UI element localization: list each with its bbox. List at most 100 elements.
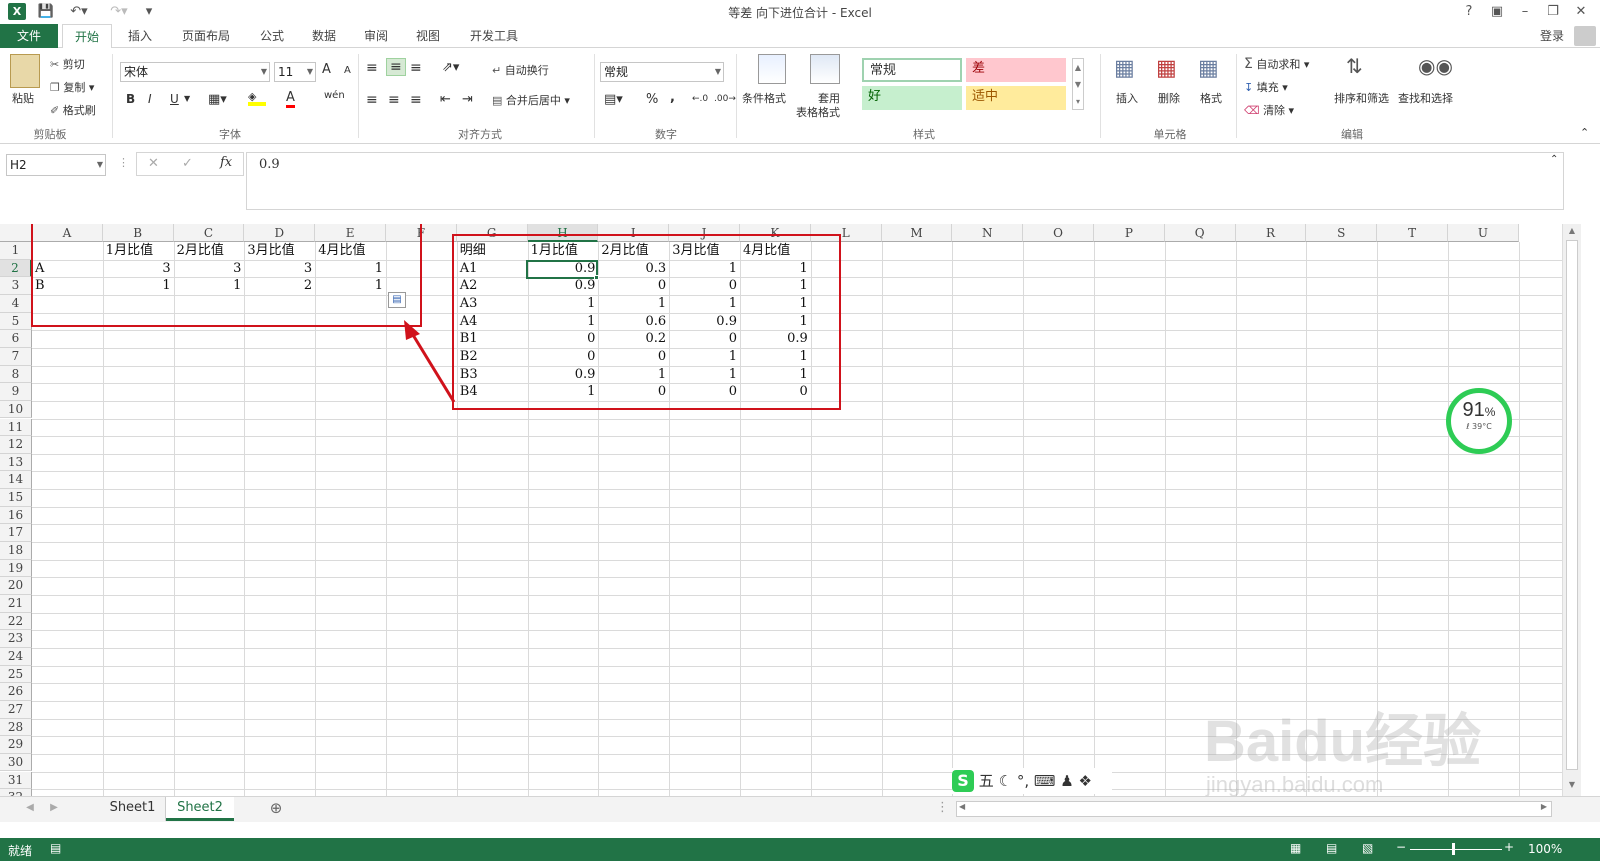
underline-button[interactable]: U [170,92,179,106]
row-header-27[interactable]: 27 [0,700,32,719]
style-bad[interactable]: 差 [966,58,1066,82]
normal-view-icon[interactable]: ▦ [1290,841,1301,855]
merge-center-button[interactable]: ▤ 合并后居中 ▾ [492,92,570,108]
style-neutral[interactable]: 适中 [966,86,1066,110]
zoom-in-icon[interactable]: + [1504,840,1514,854]
horizontal-scrollbar[interactable]: ◀ ▶ [956,801,1552,817]
increase-indent-icon[interactable]: ⇥ [462,92,473,107]
name-box[interactable]: H2 ▼ [6,154,106,176]
zoom-out-icon[interactable]: − [1396,840,1406,854]
row-header-9[interactable]: 9 [0,383,32,401]
row-header-24[interactable]: 24 [0,647,32,666]
row-header-11[interactable]: 11 [0,418,32,437]
phonetic-button[interactable]: wén [324,90,345,101]
page-break-view-icon[interactable]: ▧ [1362,841,1373,855]
clear-button[interactable]: ⌫ 清除 ▾ [1244,102,1294,118]
column-header-o[interactable]: O [1023,224,1094,242]
table-format-button-line2[interactable]: 表格格式 [796,104,840,120]
row-header-21[interactable]: 21 [0,595,32,613]
row-header-26[interactable]: 26 [0,683,32,701]
column-header-s[interactable]: S [1306,224,1378,242]
vertical-scrollbar[interactable]: ▲ ▼ [1562,224,1581,796]
scroll-up-icon[interactable]: ▲ [1565,226,1579,235]
help-button[interactable]: ? [1456,2,1482,22]
row-header-22[interactable]: 22 [0,612,32,631]
row-header-28[interactable]: 28 [0,718,32,737]
tab-split-handle[interactable]: ⋮ [936,797,949,821]
sheet-tab-sheet1[interactable]: Sheet1 [100,797,166,821]
tab-page-layout[interactable]: 页面布局 [172,24,240,48]
row-header-8[interactable]: 8 [0,365,32,384]
cancel-icon[interactable]: ✕ [148,156,159,171]
row-header-18[interactable]: 18 [0,542,32,560]
tab-data[interactable]: 数据 [302,24,346,48]
row-header-14[interactable]: 14 [0,471,32,490]
row-header-3[interactable]: 3 [0,277,32,295]
column-header-n[interactable]: N [952,224,1024,242]
macro-record-icon[interactable]: ▤ [50,841,61,855]
expand-formula-icon[interactable]: ⌃ [1550,154,1558,165]
scroll-down-icon[interactable]: ▼ [1565,780,1579,789]
row-header-17[interactable]: 17 [0,524,32,543]
align-top-icon[interactable]: ≡ [366,60,378,76]
close-icon[interactable]: ✕ [1568,2,1594,22]
zoom-slider[interactable] [1410,849,1502,850]
enter-icon[interactable]: ✓ [182,156,193,171]
column-header-p[interactable]: P [1094,224,1165,242]
signin-link[interactable]: 登录 [1534,24,1570,48]
row-header-6[interactable]: 6 [0,330,32,348]
row-header-16[interactable]: 16 [0,506,32,525]
fill-button[interactable]: ↧ 填充 ▾ [1244,79,1288,95]
scroll-right-icon[interactable]: ▶ [1541,802,1547,811]
scroll-thumb[interactable] [1566,240,1578,770]
increase-decimal-icon[interactable]: ←.0 [692,94,708,104]
performance-widget[interactable]: 91% ℓ 39°C [1446,388,1512,454]
tab-developer[interactable]: 开发工具 [460,24,528,48]
align-left-icon[interactable]: ≡ [366,92,378,108]
row-header-7[interactable]: 7 [0,347,32,366]
copy-button[interactable]: ❐ 复制 ▾ [50,79,94,95]
row-header-29[interactable]: 29 [0,736,32,754]
column-header-r[interactable]: R [1235,224,1307,242]
insert-function-button[interactable]: fx [220,155,232,170]
shrink-font-button[interactable]: A [344,65,351,76]
tab-formulas[interactable]: 公式 [250,24,294,48]
wrap-text-button[interactable]: ↵ 自动换行 [492,62,549,78]
ime-toolbar[interactable]: S 五 ☾ °, ⌨ ♟ ❖ [952,768,1112,794]
restore-icon[interactable]: ❐ [1540,2,1566,22]
tab-review[interactable]: 审阅 [354,24,398,48]
collapse-ribbon-icon[interactable]: ⌃ [1580,126,1589,139]
style-good[interactable]: 好 [862,86,962,110]
formula-input[interactable]: 0.9 [246,152,1564,210]
comma-button[interactable]: , [670,90,675,105]
add-sheet-icon[interactable]: ⊕ [266,797,286,821]
minimize-icon[interactable]: – [1512,2,1538,22]
format-painter-button[interactable]: ✐ 格式刷 [50,102,96,118]
zoom-slider-thumb[interactable] [1452,843,1455,855]
row-header-23[interactable]: 23 [0,630,32,648]
row-header-31[interactable]: 31 [0,771,32,790]
insert-cells-button[interactable]: 插入 [1116,90,1138,106]
tab-home[interactable]: 开始 [62,24,112,49]
select-all-corner[interactable] [0,224,32,242]
font-name-combo[interactable]: 宋体 ▼ [120,62,270,82]
borders-icon[interactable]: ▦▾ [208,92,227,107]
cut-button[interactable]: ✂ 剪切 [50,56,85,72]
row-header-4[interactable]: 4 [0,294,32,313]
italic-button[interactable]: I [148,92,152,106]
autosum-button[interactable]: Σ 自动求和 ▾ [1244,56,1309,72]
row-header-15[interactable]: 15 [0,489,32,507]
column-header-t[interactable]: T [1377,224,1448,242]
decrease-decimal-icon[interactable]: .00→ [714,94,736,104]
font-size-combo[interactable]: 11 ▼ [274,62,316,82]
tab-file[interactable]: 文件 [0,24,58,48]
align-right-icon[interactable]: ≡ [410,92,422,108]
row-header-32[interactable]: 32 [0,789,32,796]
bold-button[interactable]: B [126,92,135,106]
styles-scroll-icon[interactable]: ▲ ▼ ▾ [1072,58,1084,110]
tab-insert[interactable]: 插入 [118,24,162,48]
next-sheet-icon[interactable]: ▶ [46,797,62,821]
row-header-1[interactable]: 1 [0,242,32,260]
grow-font-button[interactable]: A [322,62,331,77]
tab-view[interactable]: 视图 [406,24,450,48]
